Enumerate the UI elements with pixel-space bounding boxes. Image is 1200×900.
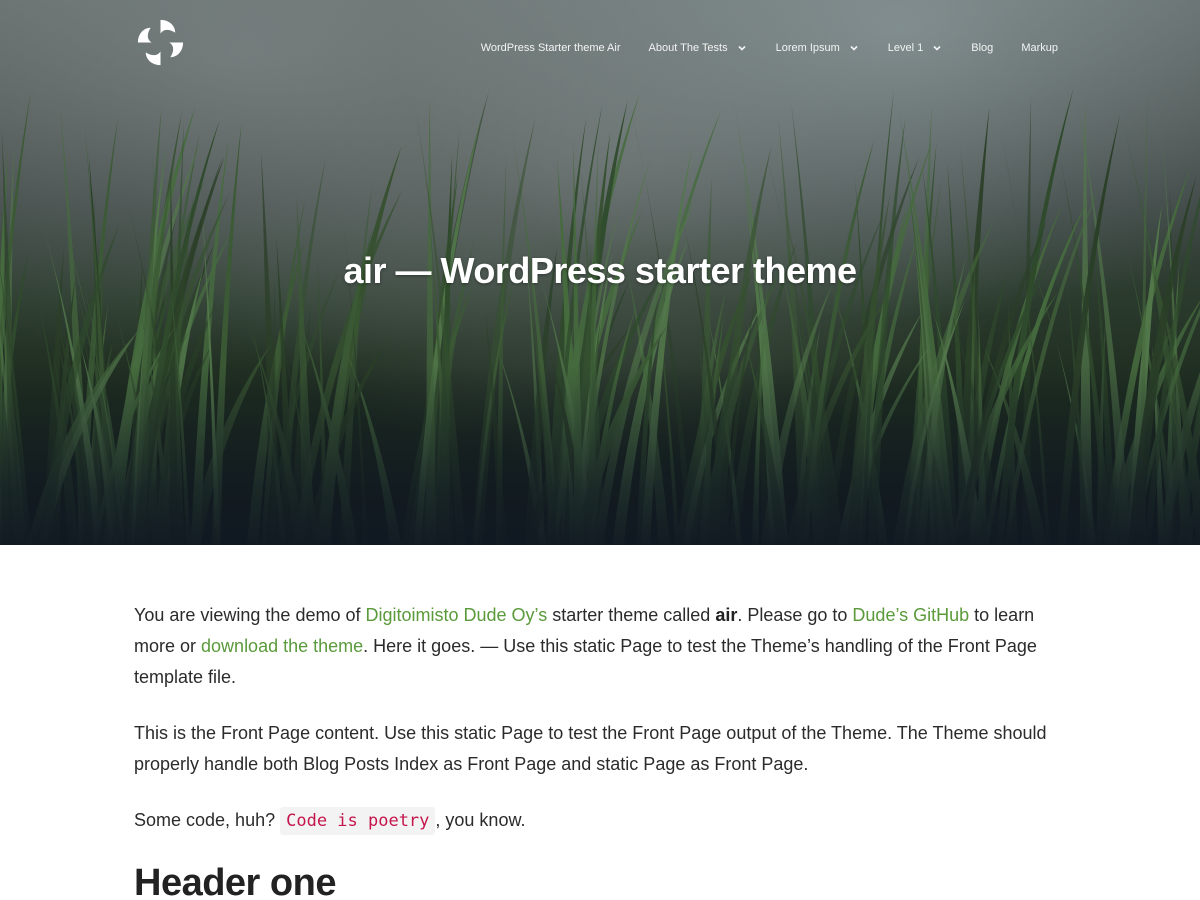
- intro-text: . Please go to: [737, 605, 853, 625]
- main-navigation: WordPress Starter theme Air About The Te…: [481, 38, 1058, 58]
- code-intro-text: Some code, huh?: [134, 810, 281, 830]
- header-one: Header one: [134, 862, 336, 900]
- code-outro-text: , you know.: [435, 810, 526, 830]
- intro-paragraph: You are viewing the demo of Digitoimisto…: [134, 600, 1074, 693]
- github-link[interactable]: Dude’s GitHub: [852, 605, 969, 625]
- nav-item-label: Lorem Ipsum: [775, 42, 840, 54]
- site-logo-icon[interactable]: [134, 16, 187, 69]
- nav-item-lorem-ipsum[interactable]: Lorem Ipsum: [776, 38, 860, 58]
- dude-company-link[interactable]: Digitoimisto Dude Oy’s: [366, 605, 548, 625]
- chevron-down-icon[interactable]: [931, 42, 943, 54]
- nav-item-blog[interactable]: Blog: [971, 38, 993, 58]
- chevron-down-icon[interactable]: [848, 42, 860, 54]
- nav-item-level-1[interactable]: Level 1: [888, 38, 943, 58]
- nav-item-markup[interactable]: Markup: [1021, 38, 1058, 58]
- hero-banner: WordPress Starter theme Air About The Te…: [0, 0, 1200, 545]
- page-content: You are viewing the demo of Digitoimisto…: [134, 600, 1074, 900]
- nav-item-about-the-tests[interactable]: About The Tests: [649, 38, 748, 58]
- theme-name: air: [715, 605, 738, 625]
- nav-item-label: About The Tests: [648, 42, 728, 54]
- intro-text: starter theme called: [547, 605, 716, 625]
- code-paragraph: Some code, huh? Code is poetry, you know…: [134, 805, 1074, 837]
- chevron-down-icon[interactable]: [736, 42, 748, 54]
- nav-item-wordpress-starter-theme-air[interactable]: WordPress Starter theme Air: [481, 38, 621, 58]
- download-theme-link[interactable]: download the theme: [201, 636, 363, 656]
- hero-fade: [0, 365, 1200, 545]
- inline-code: Code is poetry: [280, 807, 436, 835]
- intro-text: You are viewing the demo of: [134, 605, 366, 625]
- nav-item-label: Markup: [1021, 42, 1058, 54]
- front-page-paragraph: This is the Front Page content. Use this…: [134, 723, 1047, 774]
- nav-item-label: Blog: [971, 42, 994, 54]
- hero-title: air — WordPress starter theme: [343, 250, 857, 291]
- nav-item-label: WordPress Starter theme Air: [480, 42, 621, 54]
- nav-item-label: Level 1: [887, 42, 924, 54]
